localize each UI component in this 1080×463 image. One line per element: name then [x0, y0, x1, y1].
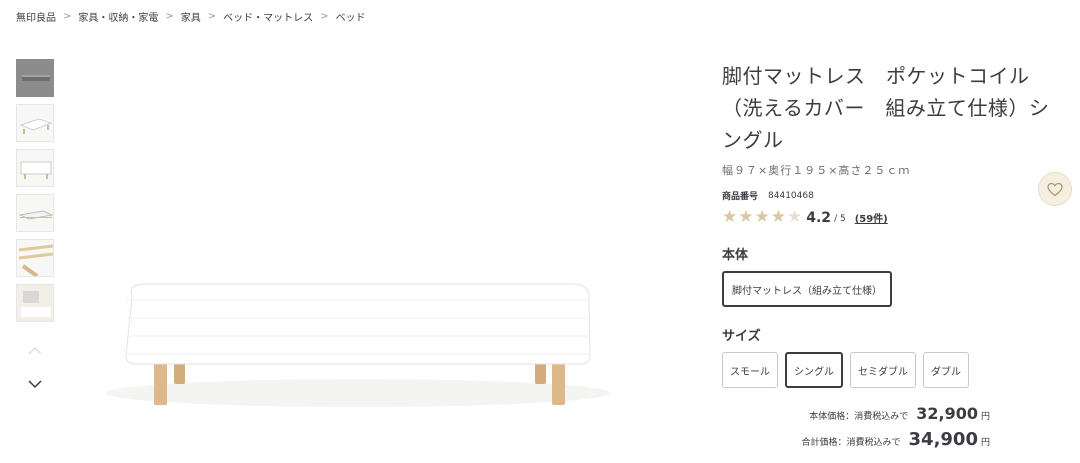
thumbnail-3[interactable]: [16, 149, 54, 187]
breadcrumb-separator: >: [165, 11, 174, 22]
star-icon: ★: [738, 207, 754, 227]
total-price: 合計価格：消費税込みで 34,900 円: [722, 429, 991, 450]
product-info: 脚付マットレス ポケットコイル（洗えるカバー 組み立て仕様）シングル 幅９７×奥…: [722, 60, 1052, 450]
main-product-image: [106, 283, 610, 407]
size-option-double[interactable]: ダブル: [923, 352, 969, 388]
product-size: 幅９７×奥行１９５×高さ２５ｃｍ: [722, 164, 911, 177]
breadcrumb-separator: >: [63, 11, 72, 22]
thumbnail-list: [16, 59, 54, 329]
breadcrumb: 無印良品 > 家具・収納・家電 > 家具 > ベッド・マットレス > ベッド: [16, 9, 366, 24]
rating-value: 4.2: [806, 209, 832, 226]
bed-leg: [174, 363, 185, 384]
product-title: 脚付マットレス ポケットコイル（洗えるカバー 組み立て仕様）シングル: [722, 64, 1050, 152]
thumbnail-1[interactable]: [16, 59, 54, 97]
star-icon: ★: [770, 207, 786, 227]
body-section-label: 本体: [722, 248, 749, 263]
chevron-down-icon: [28, 380, 42, 389]
star-icon: ★: [754, 207, 770, 227]
body-option-button[interactable]: 脚付マットレス（組み立て仕様）: [722, 271, 892, 307]
thumbnail-2[interactable]: [16, 104, 54, 142]
product-code-label: 商品番号: [722, 192, 759, 202]
total-price-unit: 円: [980, 438, 990, 448]
chevron-up-icon: [28, 347, 42, 355]
mattress: [125, 283, 591, 365]
breadcrumb-item-furniture-storage[interactable]: 家具・収納・家電: [78, 9, 158, 24]
size-option-single[interactable]: シングル: [785, 352, 843, 388]
total-price-label: 合計価格：消費税込みで: [801, 438, 901, 448]
breadcrumb-item-bed-mattress[interactable]: ベッド・マットレス: [223, 9, 313, 24]
bed-leg: [535, 363, 546, 384]
thumbnail-scroll-up-button[interactable]: [24, 343, 46, 359]
breadcrumb-item-muji[interactable]: 無印良品: [16, 9, 56, 24]
size-options: スモール シングル セミダブル ダブル: [722, 352, 1052, 388]
thumbnail-5[interactable]: [16, 239, 54, 277]
star-icon: ★: [722, 207, 738, 227]
rating-max: / 5: [834, 214, 846, 224]
star-icon: ★: [787, 207, 803, 227]
rating: ★ ★ ★ ★ ★ 4.2 / 5 (59件): [722, 209, 1052, 226]
breadcrumb-item-bed[interactable]: ベッド: [336, 9, 366, 24]
size-option-semi-double[interactable]: セミダブル: [850, 352, 916, 388]
breadcrumb-item-furniture[interactable]: 家具: [181, 9, 201, 24]
size-section-label: サイズ: [722, 329, 761, 344]
breadcrumb-separator: >: [207, 11, 217, 22]
favorite-button[interactable]: [1038, 172, 1072, 206]
body-price-label: 本体価格：消費税込みで: [809, 412, 909, 422]
rating-stars: ★ ★ ★ ★ ★: [722, 209, 802, 226]
size-option-small[interactable]: スモール: [722, 352, 778, 388]
thumbnail-4[interactable]: [16, 194, 54, 232]
bed-leg: [154, 363, 167, 405]
breadcrumb-separator: >: [320, 11, 329, 22]
total-price-amount: 34,900: [908, 429, 978, 450]
thumbnail-scroll-down-button[interactable]: [24, 376, 46, 392]
product-code-value: 84410468: [768, 190, 814, 201]
body-price-amount: 32,900: [916, 404, 978, 423]
product-code: 商品番号 84410468: [722, 189, 1052, 203]
review-count-link[interactable]: (59件): [855, 210, 888, 225]
bed-leg: [552, 363, 565, 405]
body-price: 本体価格：消費税込みで 32,900 円: [722, 404, 990, 423]
body-price-unit: 円: [980, 412, 990, 422]
thumbnail-6[interactable]: [16, 284, 54, 322]
heart-icon: [1047, 182, 1063, 196]
